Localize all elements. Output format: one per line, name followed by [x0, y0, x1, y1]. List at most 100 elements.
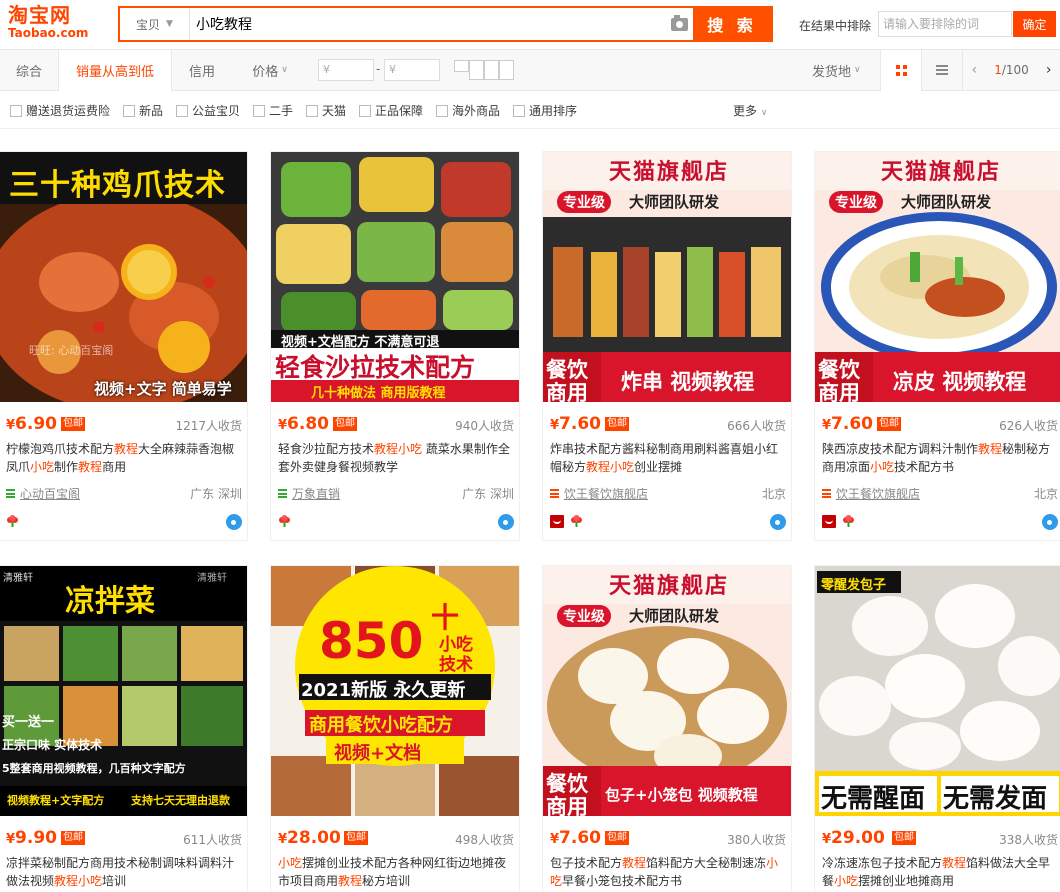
product-card[interactable]: 天猫旗舰店 专业级 大师团队研发 餐饮 商用 炸串 视频教程 ¥7.60 包邮 … [542, 151, 792, 541]
layout-toggle-b[interactable] [469, 60, 484, 80]
tmall-icon[interactable] [822, 515, 836, 528]
product-image[interactable]: 三十种鸡爪技术 视频+文字 简单易学 旺旺: 心动百宝阁 [0, 152, 247, 402]
product-image[interactable]: 视频+文档配方 不满意可退 轻食沙拉技术配方 几十种做法 商用版教程 [271, 152, 519, 402]
pager: ‹ 1/100 › [962, 50, 1060, 90]
prev-page-icon[interactable]: ‹ [972, 62, 978, 78]
price-value: 7.60 [831, 414, 873, 434]
image-caption: 天猫旗舰店 [609, 574, 730, 599]
image-caption: 支持七天无理由退款 [131, 794, 230, 807]
flower-icon[interactable] [278, 515, 291, 528]
product-card[interactable]: 天猫旗舰店 专业级 大师团队研发 餐饮 商用 包子+小笼包 视频教程 ¥7.60… [542, 565, 792, 892]
filter-secondhand[interactable]: 二手 [253, 102, 293, 119]
currency: ¥ [6, 832, 16, 847]
price-min-input[interactable]: ¥ [318, 59, 374, 81]
shop-name[interactable]: 万象直销 [292, 485, 340, 502]
price-max-input[interactable]: ¥ [384, 59, 440, 81]
checkbox[interactable] [513, 104, 525, 117]
logo-english: Taobao.com [8, 26, 89, 40]
wangwang-chat-icon[interactable] [770, 514, 786, 530]
wangwang-chat-icon[interactable] [226, 514, 242, 530]
product-image[interactable]: 清雅轩 凉拌菜 清雅轩 买一送一 正宗口味 实体技术 5整套商用视频教程，几百种… [0, 566, 247, 816]
checkbox[interactable] [176, 104, 188, 117]
search-button[interactable]: 搜 索 [693, 8, 771, 40]
ship-from-dropdown[interactable]: 发货地 ∨ [812, 50, 861, 90]
location: 北京 [1033, 487, 1058, 501]
filter-label: 通用排序 [529, 104, 578, 118]
shop-name[interactable]: 饮王餐饮旗舰店 [836, 485, 920, 502]
filter-overseas[interactable]: 海外商品 [436, 102, 500, 119]
filter-general-sort[interactable]: 通用排序 [513, 102, 577, 119]
checkbox[interactable] [253, 104, 265, 117]
product-image[interactable]: 天猫旗舰店 专业级 大师团队研发 餐饮 商用 凉皮 视频教程 [815, 152, 1060, 402]
layout-toggle-a[interactable] [454, 60, 469, 72]
filter-genuine[interactable]: 正品保障 [359, 102, 423, 119]
page-indicator: 1/100 [994, 63, 1029, 77]
tmall-icon[interactable] [550, 515, 564, 528]
product-title[interactable]: 轻食沙拉配方技术教程小吃 蔬菜水果制作全套外卖健身餐视频教学 [278, 440, 514, 476]
title-text: 轻食沙拉配方技术 [278, 442, 375, 456]
checkbox[interactable] [436, 104, 448, 117]
price-row: ¥7.60 包邮 626人收货 [822, 414, 1058, 434]
image-caption: 视频教程+文字配方 [7, 794, 105, 807]
product-title[interactable]: 包子技术配方教程馅料配方大全秘制速冻小吃早餐小笼包技术配方书 [550, 854, 786, 890]
taobao-logo[interactable]: 淘宝网 Taobao.com [8, 4, 108, 44]
title-highlight: 教程 [622, 856, 647, 870]
filter-tmall[interactable]: 天猫 [306, 102, 346, 119]
exclude-confirm-button[interactable]: 确定 [1013, 11, 1056, 37]
product-card[interactable]: 850 十 小吃 技术 2021新版 永久更新 商用餐饮小吃配方 视频+文档 ¥… [270, 565, 520, 892]
product-card[interactable]: 三十种鸡爪技术 视频+文字 简单易学 旺旺: 心动百宝阁 ¥6.90 包邮 12… [0, 151, 248, 541]
filter-new[interactable]: 新品 [123, 102, 163, 119]
title-highlight: 小吃 [30, 460, 55, 474]
camera-search-icon[interactable] [665, 8, 693, 40]
sort-tab-credit[interactable]: 信用 [172, 50, 232, 90]
product-title[interactable]: 陕西凉皮技术配方调料汁制作教程秘制秘方商用凉面小吃技术配方书 [822, 440, 1058, 476]
next-page-icon[interactable]: › [1046, 62, 1052, 78]
exclude-input[interactable] [878, 11, 1012, 37]
product-title[interactable]: 炸串技术配方酱料秘制商用刷料酱喜姐小红帽秘方教程小吃创业摆摊 [550, 440, 786, 476]
sort-tab-price[interactable]: 价格 ∨ [240, 50, 300, 90]
grid-icon [895, 65, 907, 76]
wangwang-chat-icon[interactable] [498, 514, 514, 530]
grid-view-button[interactable] [880, 50, 922, 91]
product-image[interactable]: 850 十 小吃 技术 2021新版 永久更新 商用餐饮小吃配方 视频+文档 [271, 566, 519, 816]
product-image[interactable]: 天猫旗舰店 专业级 大师团队研发 餐饮 商用 包子+小笼包 视频教程 [543, 566, 791, 816]
search-input[interactable] [190, 8, 665, 40]
sort-tab-sales[interactable]: 销量从高到低 [58, 50, 172, 91]
flower-icon[interactable] [842, 515, 855, 528]
product-title[interactable]: 凉拌菜秘制配方商用技术秘制调味料调料汁做法视频教程小吃培训 [6, 854, 242, 890]
image-caption: 清雅轩 [3, 573, 33, 584]
product-image[interactable]: 零醒发包子 无需醒面 无需发面 [815, 566, 1060, 816]
list-view-button[interactable] [922, 50, 962, 90]
checkbox[interactable] [10, 104, 22, 117]
image-caption: 视频+文字 简单易学 [94, 380, 232, 398]
product-title[interactable]: 小吃摆摊创业技术配方各种网红街边地摊夜市项目商用教程秘方培训 [278, 854, 514, 890]
filter-return-insurance[interactable]: 赠送退货运费险 [10, 102, 110, 119]
search-scope-dropdown[interactable]: 宝贝 ▼ [120, 8, 190, 40]
checkbox[interactable] [306, 104, 318, 117]
product-card[interactable]: 天猫旗舰店 专业级 大师团队研发 餐饮 商用 凉皮 视频教程 ¥7.60 包邮 … [814, 151, 1060, 541]
flower-icon[interactable] [570, 515, 583, 528]
layout-toggle-d[interactable] [499, 60, 514, 80]
title-highlight: 教程 [586, 460, 611, 474]
shop-name[interactable]: 饮王餐饮旗舰店 [564, 485, 648, 502]
wangwang-chat-icon[interactable] [1042, 514, 1058, 530]
sort-tab-default[interactable]: 综合 [0, 50, 58, 90]
title-highlight: 教程 [78, 460, 103, 474]
sold-count: 611人收货 [183, 833, 242, 847]
checkbox[interactable] [123, 104, 135, 117]
product-card[interactable]: 清雅轩 凉拌菜 清雅轩 买一送一 正宗口味 实体技术 5整套商用视频教程，几百种… [0, 565, 248, 892]
flower-icon[interactable] [6, 515, 19, 528]
product-title[interactable]: 柠檬泡鸡爪技术配方教程大全麻辣蒜香泡椒凤爪小吃制作教程商用 [6, 440, 242, 476]
product-card[interactable]: 零醒发包子 无需醒面 无需发面 ¥29.00 包邮 338人收货 冷冻速冻包子技… [814, 565, 1060, 892]
more-filters-button[interactable]: 更多 ∨ [733, 102, 767, 119]
shop-name[interactable]: 心动百宝阁 [20, 485, 80, 502]
product-card[interactable]: 视频+文档配方 不满意可退 轻食沙拉技术配方 几十种做法 商用版教程 ¥6.80… [270, 151, 520, 541]
layout-toggle-c[interactable] [484, 60, 499, 80]
checkbox[interactable] [359, 104, 371, 117]
product-title[interactable]: 冷冻速冻包子技术配方教程馅料做法大全早餐小吃摆摊创业地摊商用 [822, 854, 1058, 890]
image-caption: 轻食沙拉技术配方 [275, 353, 476, 382]
product-image[interactable]: 天猫旗舰店 专业级 大师团队研发 餐饮 商用 炸串 视频教程 [543, 152, 791, 402]
sold-count: 338人收货 [999, 833, 1058, 847]
shop-row: 饮王餐饮旗舰店 北京 [822, 485, 1058, 503]
filter-charity[interactable]: 公益宝贝 [176, 102, 240, 119]
